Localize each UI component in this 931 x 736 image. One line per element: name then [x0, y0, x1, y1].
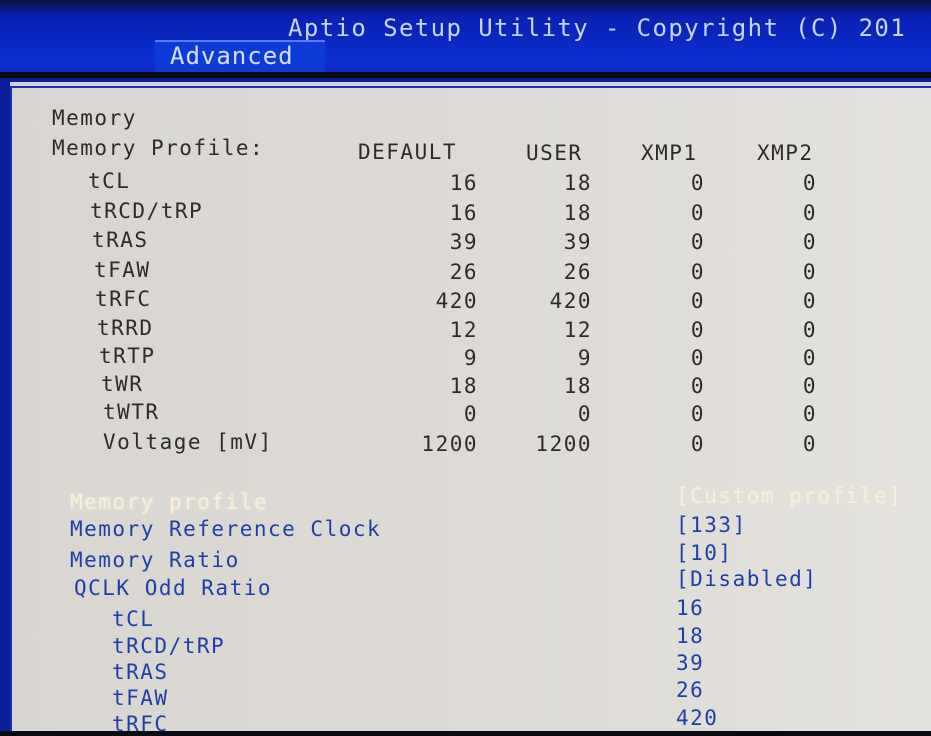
setting-memory-profile[interactable]: Memory profile [70, 490, 268, 514]
setting-memory-reference-clock-value[interactable]: [133] [676, 513, 747, 537]
memory-row-label: tWR [101, 372, 144, 396]
memory-value-xmp2: 0 [802, 289, 818, 313]
memory-row-label: tWTR [103, 400, 160, 424]
memory-section-label: Memory [52, 106, 137, 130]
memory-value-xmp1: 0 [690, 402, 706, 426]
memory-row-label: tFAW [94, 258, 151, 282]
memory-row-label: tRAS [92, 228, 149, 252]
memory-value-xmp1: 0 [690, 201, 706, 225]
setting-memory-reference-clock[interactable]: Memory Reference Clock [70, 517, 381, 541]
memory-value-default: 0 [463, 402, 478, 426]
memory-value-default: 16 [449, 201, 478, 225]
memory-value-xmp2: 0 [802, 374, 818, 398]
setting-tcl[interactable]: tCL [112, 607, 154, 631]
memory-value-user: 18 [563, 374, 592, 398]
setting-trcd-trp[interactable]: tRCD/tRP [112, 634, 225, 658]
memory-value-user: 420 [549, 289, 592, 313]
memory-value-default: 39 [449, 230, 478, 254]
memory-profile-header: Memory Profile: [52, 136, 265, 160]
memory-value-default: 16 [449, 171, 478, 195]
setting-tras[interactable]: tRAS [112, 660, 169, 684]
col-header-xmp2: XMP2 [757, 141, 814, 165]
setting-memory-ratio[interactable]: Memory Ratio [70, 548, 240, 572]
tab-advanced-label[interactable]: Advanced [170, 42, 294, 70]
memory-row-label: tRFC [95, 287, 152, 311]
memory-value-xmp2: 0 [802, 318, 818, 342]
setting-trfc-value[interactable]: 420 [676, 706, 718, 730]
setting-memory-ratio-value[interactable]: [10] [676, 541, 733, 565]
memory-value-xmp2: 0 [802, 171, 818, 195]
setting-tfaw-value[interactable]: 26 [676, 678, 704, 702]
memory-value-user: 26 [563, 260, 592, 284]
memory-value-default: 12 [449, 318, 478, 342]
memory-value-user: 18 [563, 171, 592, 195]
setting-trfc[interactable]: tRFC [112, 712, 169, 736]
setting-tfaw[interactable]: tFAW [112, 686, 169, 710]
memory-row-label: Voltage [mV] [103, 430, 273, 454]
memory-value-xmp1: 0 [690, 432, 706, 456]
memory-value-xmp1: 0 [690, 230, 706, 254]
memory-value-default: 18 [449, 374, 478, 398]
memory-value-default: 420 [435, 289, 478, 313]
setting-memory-profile-value[interactable]: [Custom profile] [676, 484, 902, 508]
memory-value-xmp2: 0 [802, 402, 818, 426]
app-title: Aptio Setup Utility - Copyright (C) 201 [288, 14, 907, 42]
memory-value-user: 39 [563, 230, 592, 254]
memory-value-user: 12 [563, 318, 592, 342]
memory-value-user: 1200 [535, 432, 592, 456]
memory-value-xmp1: 0 [690, 260, 706, 284]
col-header-user: USER [526, 141, 583, 165]
setting-trcd-trp-value[interactable]: 18 [676, 624, 704, 648]
memory-value-xmp2: 0 [802, 432, 818, 456]
memory-value-user: 0 [577, 402, 592, 426]
memory-value-default: 26 [449, 260, 478, 284]
memory-row-label: tRRD [97, 316, 154, 340]
memory-row-label: tCL [88, 169, 131, 193]
memory-value-user: 18 [563, 201, 592, 225]
memory-value-xmp1: 0 [690, 171, 706, 195]
setting-tcl-value[interactable]: 16 [676, 596, 704, 620]
memory-row-label: tRCD/tRP [90, 199, 204, 223]
memory-value-xmp2: 0 [802, 230, 818, 254]
memory-value-xmp1: 0 [690, 374, 706, 398]
col-header-xmp1: XMP1 [641, 141, 698, 165]
memory-value-xmp2: 0 [802, 201, 818, 225]
memory-value-xmp2: 0 [802, 346, 818, 370]
memory-value-xmp2: 0 [802, 260, 818, 284]
memory-value-default: 1200 [421, 432, 478, 456]
memory-value-default: 9 [463, 346, 478, 370]
memory-value-xmp1: 0 [690, 318, 706, 342]
memory-value-xmp1: 0 [690, 289, 706, 313]
setting-qclk-odd-ratio-value[interactable]: [Disabled] [676, 567, 817, 591]
memory-row-label: tRTP [99, 344, 156, 368]
setting-qclk-odd-ratio[interactable]: QCLK Odd Ratio [74, 576, 272, 600]
setting-tras-value[interactable]: 39 [676, 651, 704, 675]
memory-value-xmp1: 0 [690, 346, 706, 370]
memory-value-user: 9 [577, 346, 592, 370]
col-header-default: DEFAULT [358, 140, 458, 164]
